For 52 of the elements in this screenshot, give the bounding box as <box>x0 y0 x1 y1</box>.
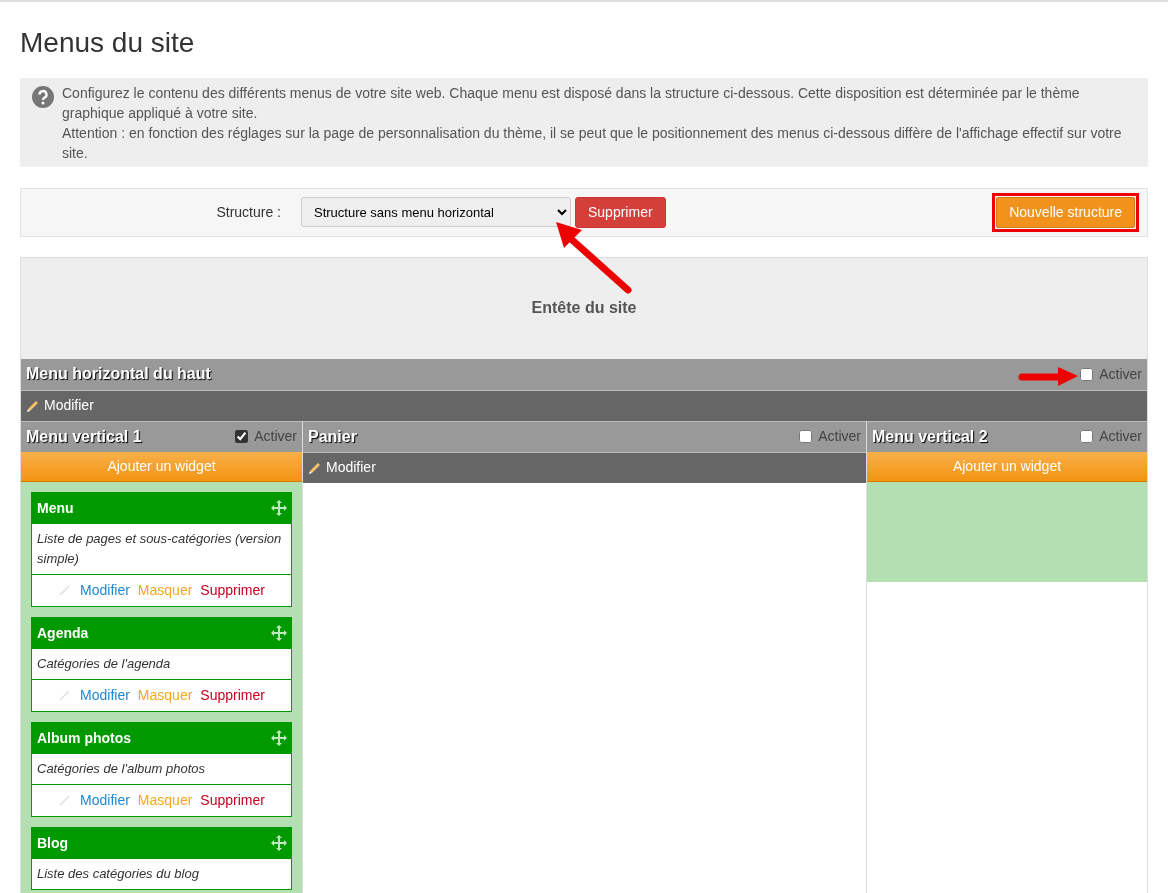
delete-button[interactable]: Supprimer <box>575 196 666 228</box>
widget-description: Liste de pages et sous-catégories (version simple) <box>36 529 283 568</box>
move-icon[interactable] <box>270 729 288 748</box>
activate-label: Activer <box>1099 427 1142 447</box>
activate-label: Activer <box>1099 364 1142 384</box>
widget-link[interactable]: Modifier <box>80 789 130 811</box>
move-icon[interactable] <box>270 834 288 853</box>
activate-checkbox[interactable] <box>235 430 249 444</box>
widget-link[interactable]: Masquer <box>137 579 193 601</box>
add-widget-button[interactable]: Ajouter un widget <box>867 451 1147 482</box>
help-icon <box>32 85 54 108</box>
column-title: Panier <box>308 426 357 447</box>
column-title: Menu vertical 2 <box>872 426 988 447</box>
move-icon[interactable] <box>270 624 288 643</box>
info-text: Attention : en fonction des réglages sur la page de personnalisation du thème, il se peut que le positionnement des menus ci-dessous diffère de l'affichage effectif sur votre site. <box>62 123 1123 163</box>
widget-title: Menu <box>37 498 74 518</box>
modify-link[interactable]: Modifier <box>308 457 376 479</box>
info-text: Configurez le contenu des différents menus de votre site web. Chaque menu est disposé dans la structure ci-dessous. Cette disposition est déterminée par le thème graphique appliqué à votre site. <box>62 83 1081 123</box>
menu-title: Menu horizontal du haut <box>26 364 211 385</box>
activate-checkbox[interactable] <box>1080 367 1094 381</box>
widget-link[interactable]: Modifier <box>80 684 130 706</box>
widget-title: Agenda <box>37 623 89 643</box>
pencil-icon <box>58 583 73 598</box>
widget-link[interactable]: Masquer <box>137 789 193 811</box>
widget-link[interactable]: Supprimer <box>200 789 265 811</box>
pencil-icon <box>58 688 73 703</box>
widget-description: Liste des catégories du blog <box>36 864 200 883</box>
add-widget-button[interactable]: Ajouter un widget <box>21 451 302 482</box>
widget-description: Catégories de l'album photos <box>36 759 206 778</box>
modify-link[interactable]: Modifier <box>26 395 94 417</box>
page-title: Menus du site <box>20 26 196 60</box>
widget-title: Album photos <box>37 728 132 748</box>
activate-label: Activer <box>818 427 861 447</box>
site-header: Entête du site <box>21 257 1147 359</box>
structure-select[interactable]: Structure sans menu horizontal <box>301 197 571 228</box>
move-icon[interactable] <box>270 499 288 518</box>
widget-link[interactable]: Masquer <box>137 684 193 706</box>
activate-checkbox[interactable] <box>1080 430 1094 444</box>
activate-checkbox[interactable] <box>799 430 813 444</box>
new-structure-button[interactable]: Nouvelle structure <box>996 196 1135 228</box>
pencil-icon <box>58 793 73 808</box>
annotation-arrow <box>1018 367 1078 386</box>
widget-link[interactable]: Supprimer <box>200 579 265 601</box>
activate-label: Activer <box>254 427 297 447</box>
widget-title: Blog <box>37 833 69 853</box>
widget-link[interactable]: Supprimer <box>200 684 265 706</box>
structure-label: Structure : <box>215 202 281 222</box>
widget-description: Catégories de l'agenda <box>36 654 172 673</box>
widget-link[interactable]: Modifier <box>80 579 130 601</box>
column-title: Menu vertical 1 <box>26 426 142 447</box>
pencil-icon <box>26 398 40 413</box>
pencil-icon <box>308 460 322 475</box>
